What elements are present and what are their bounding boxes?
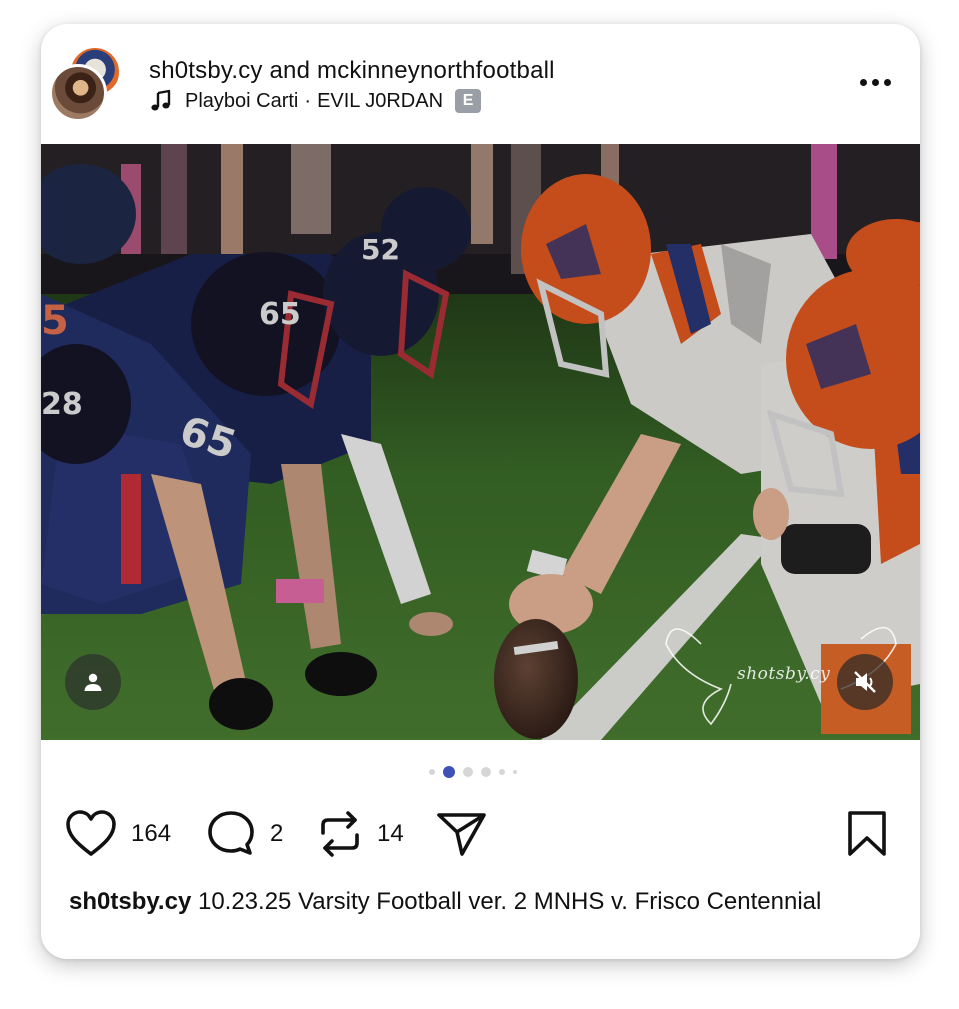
heart-icon[interactable] xyxy=(65,810,117,858)
carousel-dot xyxy=(499,769,505,775)
post-photo[interactable]: 65 52 65 28 5 shotsby.cy xyxy=(41,144,920,740)
comment-bubble-icon[interactable] xyxy=(206,809,256,859)
share-action[interactable] xyxy=(436,806,488,862)
explicit-badge: E xyxy=(455,89,482,113)
football-line-of-scrimmage-image: 65 52 65 28 5 xyxy=(41,144,920,740)
like-count: 164 xyxy=(131,820,172,847)
author-username[interactable]: sh0tsby.cy xyxy=(149,57,263,84)
post-header: sh0tsby.cy and mckinneynorthfootball Pla… xyxy=(41,24,920,144)
carousel-dot xyxy=(463,767,473,777)
save-action[interactable] xyxy=(845,806,889,862)
person-tag-icon[interactable] xyxy=(65,654,121,710)
carousel-dot xyxy=(481,767,491,777)
repost-action[interactable]: 14 xyxy=(317,806,404,862)
caption-text: 10.23.25 Varsity Football ver. 2 MNHS v.… xyxy=(197,888,822,915)
carousel-dot-active xyxy=(443,766,455,778)
like-action[interactable]: 164 xyxy=(65,806,171,862)
speaker-muted-icon[interactable] xyxy=(837,654,893,710)
music-note-icon xyxy=(151,89,171,111)
music-attribution[interactable]: Playboi Carti · EVIL J0RDAN E xyxy=(149,88,482,114)
more-dots-icon[interactable] xyxy=(853,70,897,94)
repost-count: 14 xyxy=(377,820,404,847)
carousel-indicator xyxy=(429,766,517,778)
collaborator-username[interactable]: mckinneynorthfootball xyxy=(317,57,555,84)
comment-action[interactable]: 2 xyxy=(206,806,283,862)
action-bar: 164 2 14 xyxy=(41,806,920,862)
authors-joiner: and xyxy=(269,57,311,84)
paper-plane-icon[interactable] xyxy=(436,810,488,858)
caption-username[interactable]: sh0tsby.cy xyxy=(69,888,191,915)
comment-count: 2 xyxy=(270,820,284,847)
post-caption: sh0tsby.cy 10.23.25 Varsity Football ver… xyxy=(69,886,869,917)
repost-icon[interactable] xyxy=(317,809,363,859)
carousel-dot xyxy=(429,769,435,775)
post-authors: sh0tsby.cy and mckinneynorthfootball xyxy=(149,57,555,85)
post-card: sh0tsby.cy and mckinneynorthfootball Pla… xyxy=(41,24,920,959)
music-track: EVIL J0RDAN xyxy=(317,89,444,112)
photo-watermark: shotsby.cy xyxy=(737,664,831,684)
music-separator: · xyxy=(304,89,312,112)
carousel-dot xyxy=(513,770,517,774)
music-artist: Playboi Carti xyxy=(185,89,299,112)
bookmark-icon[interactable] xyxy=(845,809,889,859)
author-avatar[interactable] xyxy=(49,64,107,122)
